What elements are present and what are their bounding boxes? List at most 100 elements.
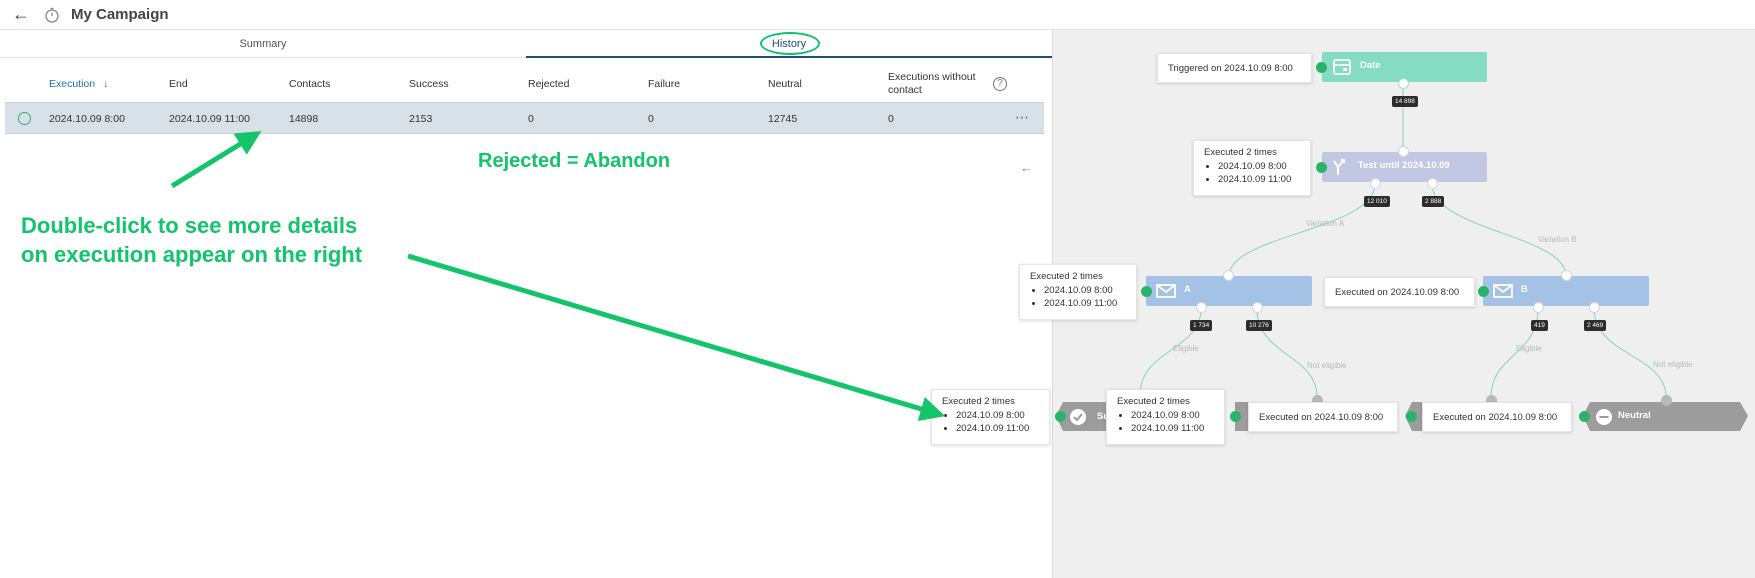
calendar-icon [1333,59,1351,75]
executed-check-icon [1478,286,1489,297]
column-header-end[interactable]: End [169,78,188,90]
sort-down-icon: ↓ [103,78,109,90]
tab-summary[interactable]: Summary [0,30,526,58]
column-header-label: Execution [49,78,96,90]
count-badge: 419 [1531,320,1548,331]
more-options-icon[interactable]: ⋯ [1015,109,1030,126]
info-box-heading: Executed 2 times [1117,396,1190,407]
info-box-end-a-not-eligible: Executed on 2024.10.09 8:00 [1248,402,1398,432]
executed-check-icon [1141,286,1152,297]
column-header-neutral[interactable]: Neutral [768,78,802,90]
connector-dot[interactable] [1223,270,1234,281]
help-icon[interactable]: ? [993,77,1007,91]
cell-contacts: 14898 [289,113,319,125]
node-neutral-label: Neutral [1618,410,1651,421]
collapse-arrow-icon[interactable]: ← [1020,160,1033,175]
connector-dot[interactable] [1196,302,1207,313]
connector-dot[interactable] [1561,270,1572,281]
branch-label: Variation A [1306,219,1345,228]
node-date-label: Date [1360,60,1381,71]
annotation-double-click-note: Double-click to see more details on exec… [21,211,362,269]
back-arrow-icon[interactable]: ← [10,5,32,25]
info-box-time: 2024.10.09 11:00 [1044,297,1126,310]
node-b-label: B [1521,284,1528,295]
cell-success: 2153 [409,113,433,125]
executed-check-icon [1316,162,1327,173]
column-header-rejected[interactable]: Rejected [528,78,569,90]
page-title: My Campaign [71,6,169,23]
info-box-message-a: Executed 2 times 2024.10.09 8:002024.10.… [1019,264,1137,320]
count-badge: 2 469 [1584,320,1607,331]
connector-dot[interactable] [1427,178,1438,189]
minus-circle-icon [1596,409,1612,425]
info-box-time: 2024.10.09 8:00 [1044,284,1126,297]
connector-dot[interactable] [1661,395,1672,406]
info-box-heading: Executed 2 times [942,396,1015,407]
executed-check-icon [1406,411,1417,422]
branch-label: Not eligible [1653,360,1693,369]
tab-history[interactable]: History [526,30,1052,58]
count-badge: 2 888 [1422,196,1445,207]
node-neutral[interactable]: Neutral [1590,402,1740,431]
branch-label: Not eligible [1307,361,1347,370]
count-badge: 12 010 [1364,196,1390,207]
connector-dot[interactable] [1398,146,1409,157]
info-box-time: 2024.10.09 8:00 [1218,160,1300,173]
connector-dot[interactable] [1533,302,1544,313]
stopwatch-icon [45,7,59,23]
check-circle-icon [1070,409,1086,425]
annotation-arrow-panel [407,253,946,421]
info-box-time: 2024.10.09 8:00 [956,409,1039,422]
info-box-time: 2024.10.09 11:00 [1131,422,1214,435]
info-box-heading: Executed 2 times [1030,271,1103,282]
info-box-end-b-eligible: Executed on 2024.10.09 8:00 [1422,402,1572,432]
executed-check-icon [1316,62,1327,73]
envelope-icon [1493,284,1513,298]
info-box-end-a: Executed 2 times 2024.10.09 8:002024.10.… [1106,389,1225,445]
count-badge: 14 898 [1392,96,1418,107]
envelope-icon [1156,284,1176,298]
column-header-failure[interactable]: Failure [648,78,680,90]
connector-dot[interactable] [1370,178,1381,189]
cell-failure: 0 [648,113,654,125]
branch-label: Variation B [1538,235,1577,244]
node-test-label: Test until 2024.10.09 [1358,160,1450,171]
split-icon [1333,159,1345,175]
count-badge: 10 276 [1246,320,1272,331]
annotation-arrow-row [170,131,262,189]
connector-dot[interactable] [1589,302,1600,313]
executed-check-icon [1579,411,1590,422]
annotation-line-2: on execution appear on the right [21,242,363,267]
connector-dot[interactable] [1252,302,1263,313]
executed-check-icon [1055,411,1066,422]
annotation-line-1: Double-click to see more details [21,213,358,238]
info-box-time: 2024.10.09 11:00 [1218,173,1300,186]
column-header-executions-without-contact[interactable]: Executions without contact [888,71,993,97]
branch-label: Eligible [1516,344,1542,353]
executed-check-icon [1230,411,1241,422]
cell-rejected: 0 [528,113,534,125]
table-row[interactable]: 2024.10.09 8:00 2024.10.09 11:00 14898 2… [5,102,1044,134]
branch-label: Eligible [1173,344,1199,353]
info-box-triggered: Triggered on 2024.10.09 8:00 [1157,53,1312,83]
cell-execution: 2024.10.09 8:00 [49,113,125,125]
connector-dot[interactable] [1398,78,1409,89]
info-box-time: 2024.10.09 8:00 [1131,409,1214,422]
app-root: ← My Campaign Summary History Execution ↓… [0,0,1755,578]
info-box-test: Executed 2 times 2024.10.09 8:002024.10.… [1193,140,1311,196]
node-a-label: A [1184,284,1191,295]
cell-neutral: 12745 [768,113,798,125]
info-box-heading: Executed 2 times [1204,147,1277,158]
cell-end: 2024.10.09 11:00 [169,113,250,125]
annotation-rejected-note: Rejected = Abandon [478,150,671,172]
column-header-contacts[interactable]: Contacts [289,78,330,90]
cell-executions-without-contact: 0 [888,113,894,125]
info-box-message-b: Executed on 2024.10.09 8:00 [1324,277,1475,307]
count-badge: 1 734 [1190,320,1213,331]
column-header-execution[interactable]: Execution ↓ [49,78,108,90]
column-header-success[interactable]: Success [409,78,449,90]
header-bar: ← My Campaign [0,0,1755,30]
success-check-icon [18,112,31,125]
node-success[interactable] [1063,402,1093,431]
info-box-success: Executed 2 times 2024.10.09 8:002024.10.… [931,389,1050,445]
